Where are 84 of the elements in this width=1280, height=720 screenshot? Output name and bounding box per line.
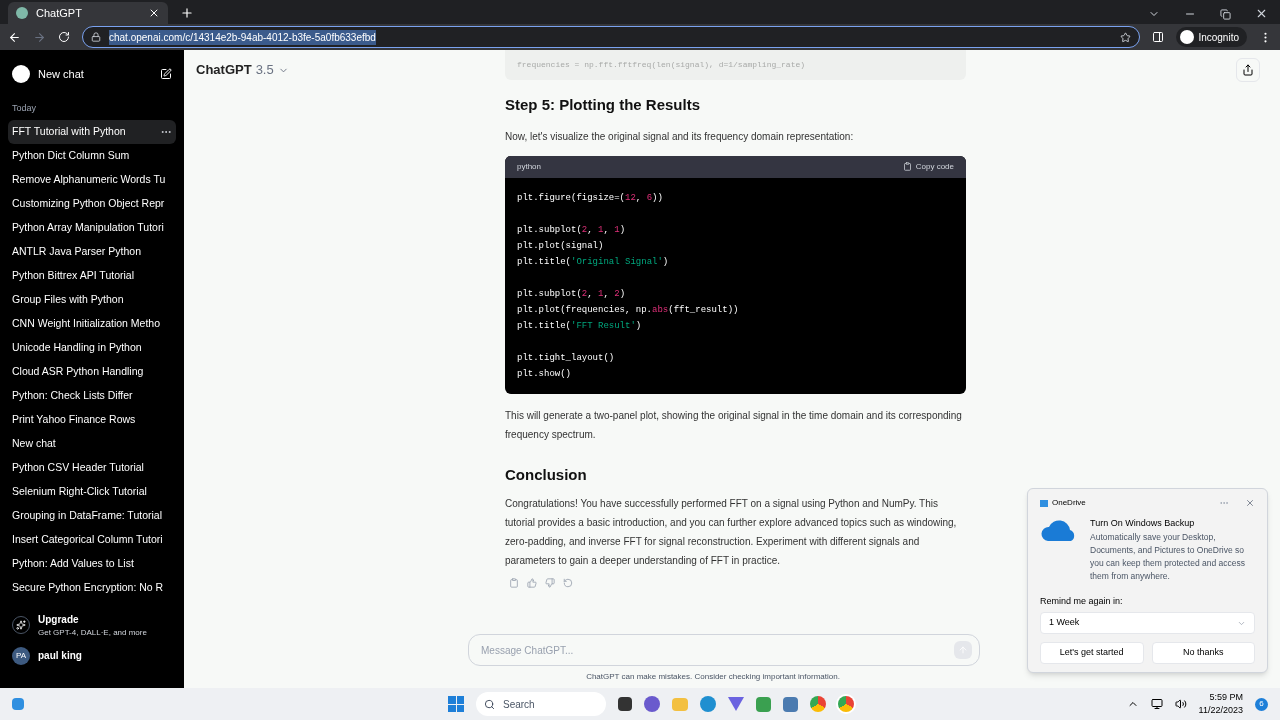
close-window-icon[interactable] [1255, 7, 1268, 20]
code-line: plt.subplot(2, 1, 2) [517, 287, 626, 301]
back-icon[interactable] [8, 30, 21, 44]
paragraph: Congratulations! You have successfully performed FFT on a signal using Python and NumPy. This tutorial provides a basic introduction, and you can further explore advanced topics such as windowing, zero-padding, and inverse FFT for signal reconstruction. Experiment with different signals and parameters to gain a deeper understanding of FFT in practice. [505, 497, 958, 568]
faded-code-line: frequencies = np.fft.fftfreq(len(signal), d=1/sampling_rate) [517, 59, 806, 71]
network-icon[interactable] [1150, 698, 1163, 710]
tab-favicon-icon [16, 7, 28, 19]
chat-history-item[interactable]: Python Array Manipulation Tutori [8, 215, 176, 240]
url-text: chat.openai.com/c/14314e2b-94ab-4012-b3fe-5a0fb633efbd [109, 29, 376, 45]
code-language: python [517, 160, 542, 173]
upgrade-subtitle: Get GPT-4, DALL·E, and more [38, 626, 147, 639]
avatar[interactable]: PA [12, 646, 30, 665]
user-name[interactable]: paul king [38, 648, 82, 663]
copy-code-button[interactable]: Copy code [902, 160, 954, 173]
chat-history-item[interactable]: Grouping in DataFrame: Tutorial [8, 503, 176, 528]
code-line: plt.show() [517, 367, 571, 381]
start-icon[interactable] [448, 696, 464, 712]
chat-history-item[interactable]: Print Yahoo Finance Rows [8, 407, 176, 432]
code-line: plt.title('Original Signal') [517, 255, 669, 269]
disclaimer-text: ChatGPT can make mistakes. Consider checking important information. [585, 671, 841, 683]
clock-date[interactable]: 11/22/2023 [1198, 704, 1243, 718]
restore-icon[interactable] [1220, 9, 1231, 20]
app-icon [1040, 499, 1048, 507]
notification-button[interactable]: No thanks [1151, 642, 1255, 664]
chat-history-item[interactable]: Python Dict Column Sum [8, 143, 176, 168]
chat-history-item[interactable]: Cloud ASR Python Handling [8, 359, 176, 384]
remind-label: Remind me again in: [1040, 594, 1124, 608]
chat-history-item[interactable]: Customizing Python Object Repr [8, 191, 176, 216]
code-line: plt.plot(frequencies, np.abs(fft_result)) [517, 303, 739, 317]
section-label: Today [11, 102, 38, 115]
model-selector[interactable]: ChatGPT 3.5 [196, 60, 289, 80]
code-line: plt.plot(signal) [517, 239, 604, 253]
profile-chip[interactable]: Incognito [1176, 27, 1247, 47]
code-line: plt.tight_layout() [517, 351, 615, 365]
share-icon[interactable] [1242, 64, 1254, 76]
new-tab-icon[interactable] [180, 6, 194, 20]
notification-title: Turn On Windows Backup [1090, 517, 1196, 530]
chat-history-item[interactable]: ANTLR Java Parser Python [8, 239, 176, 264]
side-panel-icon[interactable] [1152, 31, 1165, 43]
notification-badge[interactable]: 6 [1255, 697, 1268, 711]
message-field[interactable]: Message ChatGPT... [468, 634, 980, 666]
code-line: plt.figure(figsize=(12, 6)) [517, 191, 663, 205]
close-icon[interactable] [148, 7, 160, 19]
chat-history-item[interactable]: Python: Add Values to List [8, 551, 176, 576]
section-heading: Conclusion [505, 464, 588, 485]
chat-history-item[interactable]: Unicode Handling in Python [8, 335, 176, 360]
chat-history-item[interactable]: Insert Categorical Column Tutori [8, 527, 176, 552]
new-chat-link[interactable]: New chat [38, 65, 152, 83]
remind-dropdown[interactable]: 1 Week [1040, 612, 1255, 634]
notification-body: Automatically save your Desktop, Documents, and Pictures to OneDrive so you can keep them protected and access them from anywhere. [1090, 530, 1246, 583]
chat-history-item[interactable]: Python CSV Header Tutorial [8, 455, 176, 480]
address-field[interactable]: chat.openai.com/c/14314e2b-94ab-4012-b3fe-5a0fb633efbd [82, 26, 1141, 48]
volume-icon[interactable] [1174, 698, 1187, 710]
reload-icon[interactable] [58, 31, 70, 43]
taskbar-search-field[interactable]: Search [476, 692, 606, 716]
paragraph: Now, let's visualize the original signal and its frequency domain representation: [505, 129, 855, 144]
chat-history-item[interactable]: Selenium Right-Click Tutorial [8, 479, 176, 504]
clipboard-icon [902, 162, 912, 171]
upgrade-title[interactable]: Upgrade [38, 611, 147, 627]
chat-history-item[interactable]: Remove Alphanumeric Words Tu [8, 167, 176, 192]
bookmark-star-icon[interactable] [1120, 31, 1132, 43]
app-name: OneDrive [1052, 497, 1087, 509]
chat-history-item[interactable]: New chat [8, 431, 176, 456]
code-line: plt.subplot(2, 1, 1) [517, 223, 626, 237]
chat-history-item[interactable]: Secure Python Encryption: No R [8, 575, 176, 600]
paragraph: This will generate a two-panel plot, showing the original signal in the time domain and its corresponding frequency spectrum. [505, 408, 963, 442]
share-button[interactable] [1236, 58, 1260, 82]
lock-icon [91, 32, 101, 42]
thumbs-up-icon[interactable] [527, 578, 537, 588]
tab-title: ChatGPT [36, 5, 83, 21]
notification-button[interactable]: Let's get started [1040, 642, 1144, 664]
clock-time[interactable]: 5:59 PM [1209, 690, 1243, 704]
chat-history-item[interactable]: Python Bittrex API Tutorial [8, 263, 176, 288]
forward-icon[interactable] [33, 30, 46, 44]
browser-tab[interactable]: ChatGPT [8, 2, 168, 24]
chat-history-item[interactable]: FFT Tutorial with Python [8, 119, 176, 144]
chat-history-item[interactable]: Python: Check Lists Differ [8, 383, 176, 408]
chat-history-item[interactable]: Group Files with Python [8, 287, 176, 312]
section-heading: Step 5: Plotting the Results [505, 95, 701, 115]
compose-icon[interactable] [160, 68, 172, 80]
search-icon [484, 698, 495, 710]
code-line: plt.title('FFT Result') [517, 319, 642, 333]
thumbs-down-icon[interactable] [545, 578, 555, 588]
chat-history-item[interactable]: CNN Weight Initialization Metho [8, 311, 176, 336]
